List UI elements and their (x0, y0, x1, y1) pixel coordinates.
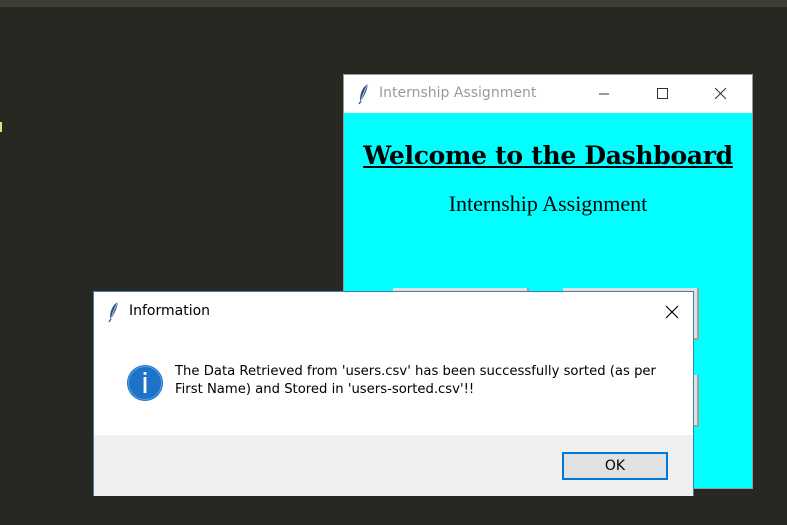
dialog-message-line-2: First Name) and Stored in 'users-sorted.… (175, 382, 475, 397)
editor-cursor-glyph (0, 122, 2, 132)
main-window-titlebar[interactable]: Internship Assignment (344, 75, 752, 113)
minimize-button[interactable] (581, 75, 627, 113)
dashboard-subheading: Internship Assignment (448, 191, 648, 216)
information-dialog: Information The Data Retrieved from 'use… (93, 291, 694, 496)
dashboard-heading: Welcome to the Dashboard (363, 141, 733, 170)
close-icon (665, 305, 679, 319)
close-button[interactable] (697, 75, 743, 113)
close-icon (714, 87, 727, 100)
feather-icon (358, 83, 369, 105)
feather-icon (108, 301, 119, 323)
dialog-close-button[interactable] (650, 292, 694, 332)
editor-top-bar (0, 0, 787, 7)
dialog-message: The Data Retrieved from 'users.csv' has … (175, 363, 675, 399)
minimize-icon (599, 93, 609, 95)
dialog-title: Information (129, 303, 211, 319)
dialog-footer: OK (94, 435, 693, 496)
dialog-message-line-1: The Data Retrieved from 'users.csv' has … (175, 364, 656, 379)
ok-button[interactable]: OK (562, 452, 668, 480)
info-icon (127, 365, 163, 401)
maximize-button[interactable] (639, 75, 685, 113)
main-window-title: Internship Assignment (379, 85, 537, 101)
dialog-titlebar[interactable]: Information (94, 292, 693, 332)
maximize-icon (657, 88, 668, 99)
